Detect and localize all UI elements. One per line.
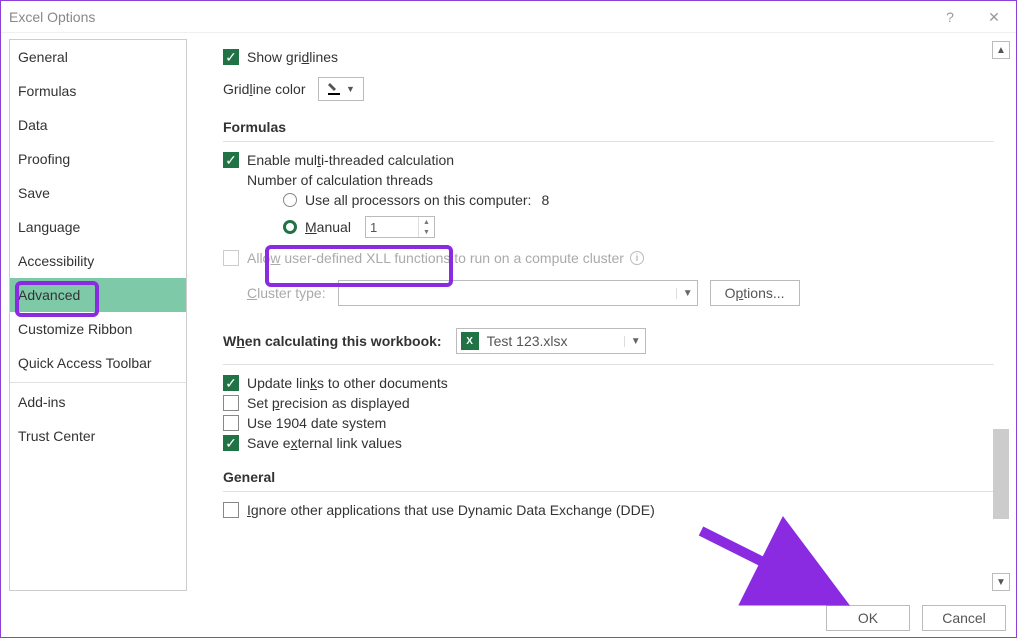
workbook-name: Test 123.xlsx <box>487 333 568 349</box>
use-all-processors-radio[interactable] <box>283 193 297 207</box>
sidebar: General Formulas Data Proofing Save Lang… <box>9 39 187 591</box>
ignore-dde-label: Ignore other applications that use Dynam… <box>247 502 655 518</box>
show-gridlines-checkbox[interactable]: ✓ <box>223 49 239 65</box>
sidebar-item-addins[interactable]: Add-ins <box>10 385 186 419</box>
dialog-footer: OK Cancel <box>826 605 1006 631</box>
sidebar-item-accessibility[interactable]: Accessibility <box>10 244 186 278</box>
general-heading: General <box>223 469 994 485</box>
sidebar-item-data[interactable]: Data <box>10 108 186 142</box>
set-precision-label: Set precision as displayed <box>247 395 410 411</box>
chevron-down-icon: ▼ <box>676 288 693 299</box>
use-1904-label: Use 1904 date system <box>247 415 386 431</box>
ok-button[interactable]: OK <box>826 605 910 631</box>
titlebar: Excel Options ? ✕ <box>1 1 1016 33</box>
update-links-label: Update links to other documents <box>247 375 448 391</box>
manual-label: Manual <box>305 219 351 235</box>
manual-threads-input[interactable] <box>366 217 418 237</box>
update-links-checkbox[interactable]: ✓ <box>223 375 239 391</box>
allow-xll-label: Allow user-defined XLL functions to run … <box>247 250 624 266</box>
cluster-options-button: Options... <box>710 280 800 306</box>
spinner-up-icon[interactable]: ▲ <box>419 217 434 227</box>
sidebar-item-general[interactable]: General <box>10 40 186 74</box>
use-all-processors-label: Use all processors on this computer: <box>305 192 531 208</box>
excel-file-icon: X <box>461 332 479 350</box>
cluster-type-label: Cluster type: <box>247 285 326 301</box>
scroll-thumb[interactable] <box>993 429 1009 519</box>
save-external-checkbox[interactable]: ✓ <box>223 435 239 451</box>
help-icon[interactable]: ? <box>928 1 972 33</box>
cluster-type-combo: ▼ <box>338 280 698 306</box>
close-icon[interactable]: ✕ <box>972 1 1016 33</box>
chevron-down-icon[interactable]: ▼ <box>624 336 641 347</box>
excel-options-dialog: Excel Options ? ✕ General Formulas Data … <box>0 0 1017 638</box>
content-pane: ✓ Show gridlines Gridline color ▼ Formul… <box>193 33 1016 597</box>
show-gridlines-label: Show gridlines <box>247 49 338 65</box>
sidebar-item-language[interactable]: Language <box>10 210 186 244</box>
enable-multithread-checkbox[interactable]: ✓ <box>223 152 239 168</box>
use-1904-checkbox[interactable] <box>223 415 239 431</box>
enable-multithread-label: Enable multi-threaded calculation <box>247 152 454 168</box>
sidebar-item-customize-ribbon[interactable]: Customize Ribbon <box>10 312 186 346</box>
set-precision-checkbox[interactable] <box>223 395 239 411</box>
info-icon[interactable]: i <box>630 251 644 265</box>
ignore-dde-checkbox[interactable] <box>223 502 239 518</box>
cancel-button[interactable]: Cancel <box>922 605 1006 631</box>
formulas-heading: Formulas <box>223 119 994 135</box>
save-external-label: Save external link values <box>247 435 402 451</box>
manual-threads-spinner[interactable]: ▲▼ <box>365 216 435 238</box>
sidebar-item-quick-access-toolbar[interactable]: Quick Access Toolbar <box>10 346 186 380</box>
manual-radio[interactable] <box>283 220 297 234</box>
workbook-combo[interactable]: X Test 123.xlsx ▼ <box>456 328 646 354</box>
scroll-down-icon[interactable]: ▼ <box>992 573 1010 591</box>
num-threads-label: Number of calculation threads <box>247 172 433 188</box>
sidebar-item-proofing[interactable]: Proofing <box>10 142 186 176</box>
spinner-down-icon[interactable]: ▼ <box>419 227 434 237</box>
sidebar-item-trust-center[interactable]: Trust Center <box>10 419 186 453</box>
gridline-color-button[interactable]: ▼ <box>318 77 364 101</box>
allow-xll-checkbox <box>223 250 239 266</box>
vertical-scrollbar[interactable]: ▲ ▼ <box>992 41 1010 591</box>
sidebar-item-formulas[interactable]: Formulas <box>10 74 186 108</box>
window-title: Excel Options <box>9 9 95 25</box>
gridline-color-label: Gridline color <box>223 81 306 97</box>
sidebar-item-save[interactable]: Save <box>10 176 186 210</box>
scroll-up-icon[interactable]: ▲ <box>992 41 1010 59</box>
workbook-calc-heading: When calculating this workbook: <box>223 333 442 349</box>
sidebar-item-advanced[interactable]: Advanced <box>10 278 186 312</box>
processor-count: 8 <box>541 192 549 208</box>
